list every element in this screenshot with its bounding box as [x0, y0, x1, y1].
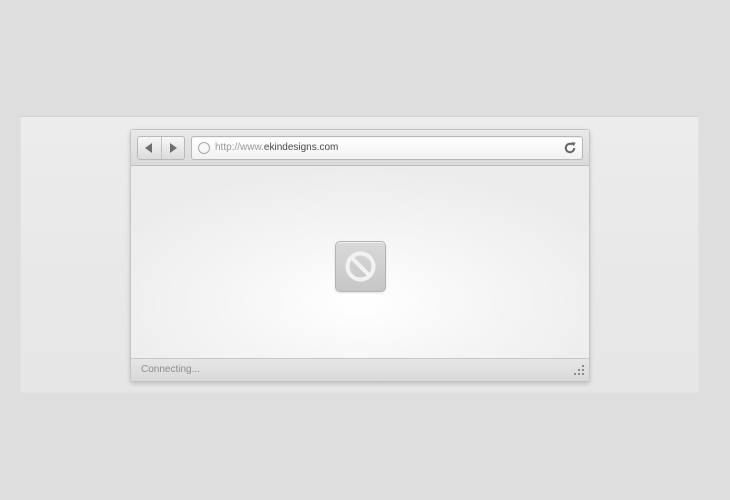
url-host: ekindesigns.com [263, 142, 339, 153]
url-scheme: http://www. [215, 142, 264, 153]
address-bar[interactable]: http://www.ekindesigns.com [191, 136, 583, 160]
browser-window: http://www.ekindesigns.com Connecting... [130, 129, 590, 382]
blocked-page-tile [335, 241, 386, 292]
resize-grip-icon[interactable] [572, 364, 586, 378]
status-bar: Connecting... [131, 358, 589, 381]
page-circle-icon [198, 142, 210, 154]
back-button[interactable] [138, 137, 161, 159]
reload-icon[interactable] [563, 141, 577, 155]
forward-arrow-icon [169, 143, 177, 153]
no-entry-icon [345, 251, 376, 282]
status-text: Connecting... [141, 364, 200, 375]
url-field[interactable]: http://www.ekindesigns.com [215, 142, 338, 154]
browser-toolbar: http://www.ekindesigns.com [131, 130, 589, 166]
forward-button[interactable] [160, 137, 185, 159]
navigation-buttons [137, 136, 185, 160]
page-content [131, 166, 589, 360]
back-arrow-icon [145, 143, 153, 153]
